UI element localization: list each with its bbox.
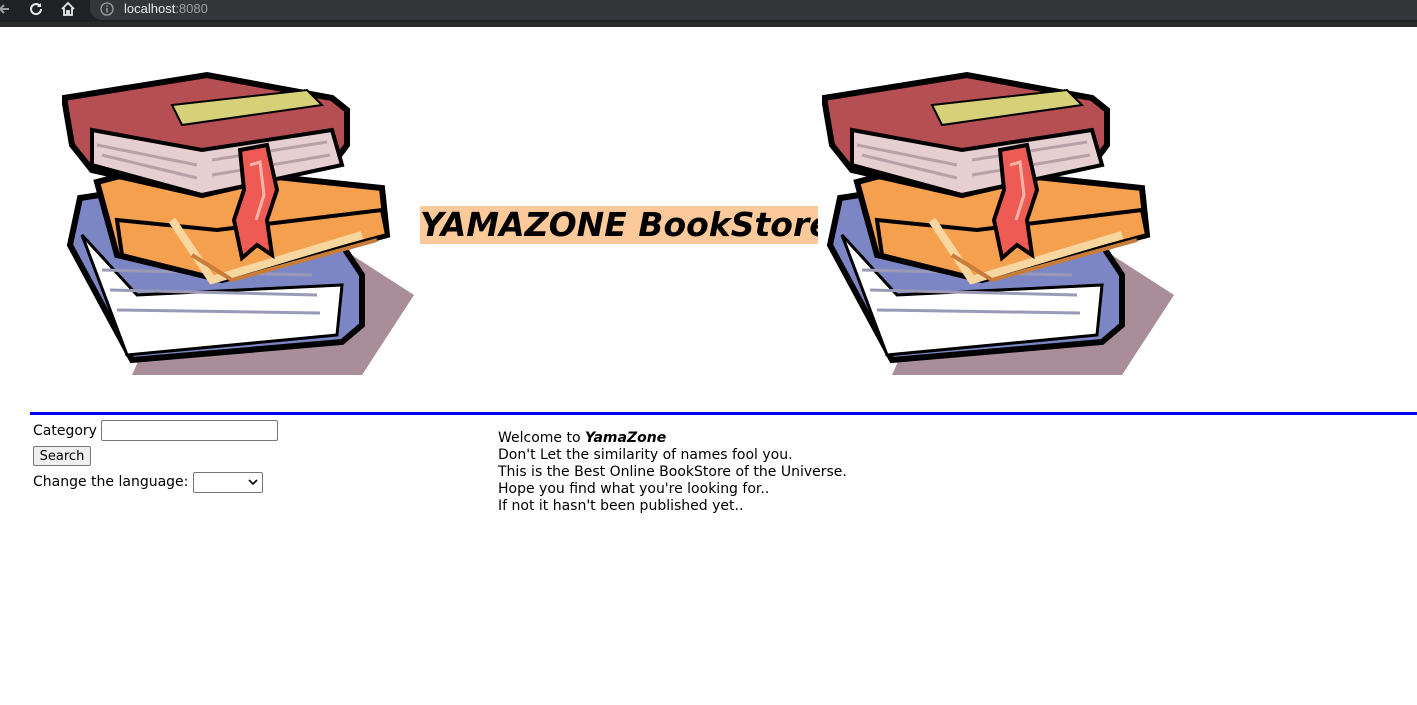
welcome-line: Welcome to YamaZone xyxy=(498,430,847,447)
welcome-line-1: Don't Let the similarity of names fool y… xyxy=(498,447,793,463)
url-host: localhost xyxy=(124,1,176,16)
books-stack-image-left xyxy=(60,70,416,378)
chevron-down-icon xyxy=(248,479,258,486)
category-label: Category xyxy=(33,423,97,439)
header-divider xyxy=(30,412,1417,415)
search-button[interactable]: Search xyxy=(33,446,91,466)
category-input[interactable] xyxy=(101,420,278,441)
language-label: Change the language: xyxy=(33,474,189,490)
reload-icon[interactable] xyxy=(26,0,46,18)
books-stack-image-right xyxy=(820,70,1176,378)
brand-name: YamaZone xyxy=(585,430,667,446)
site-info-icon[interactable] xyxy=(100,1,114,16)
welcome-message: Welcome to YamaZone Don't Let the simila… xyxy=(498,430,847,515)
welcome-intro: Welcome to xyxy=(498,430,585,446)
language-select[interactable] xyxy=(193,472,263,493)
back-arrow-icon[interactable] xyxy=(0,0,14,18)
welcome-line-4: If not it hasn't been published yet.. xyxy=(498,498,744,514)
url-port: :8080 xyxy=(175,1,208,16)
welcome-line-3: Hope you find what you're looking for.. xyxy=(498,481,770,497)
address-url[interactable]: localhost:8080 xyxy=(124,1,208,16)
home-icon[interactable] xyxy=(58,0,78,18)
welcome-line-2: This is the Best Online BookStore of the… xyxy=(498,464,847,480)
browser-toolbar: localhost:8080 xyxy=(0,0,1417,27)
site-title: YAMAZONE BookStore xyxy=(420,206,818,244)
address-bar[interactable] xyxy=(90,0,1417,20)
